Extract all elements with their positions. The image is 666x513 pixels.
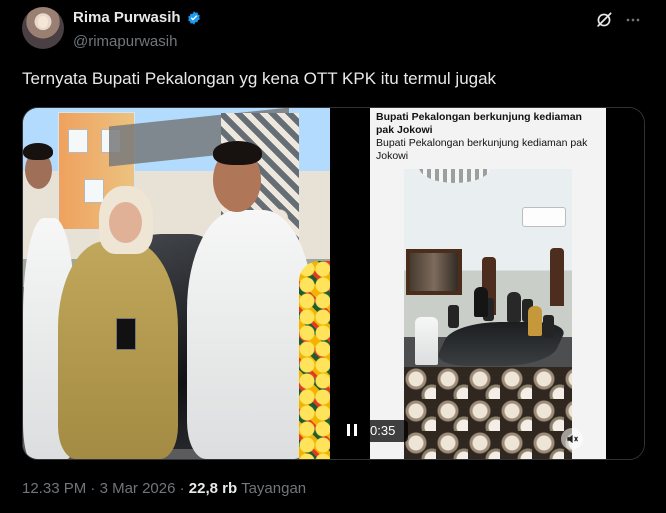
mute-icon[interactable] [561, 428, 583, 450]
tweet-metadata: 12.33 PM · 3 Mar 2026 · 22,8 rb Tayangan [22, 480, 306, 498]
tweet-card: Rima Purwasih @rimapurwasih Ternyata Bup… [0, 0, 666, 513]
author-avatar[interactable] [22, 7, 64, 49]
video-time: 0:35 [366, 420, 408, 442]
batik-person [299, 261, 330, 459]
author-display-name[interactable]: Rima Purwasih [73, 9, 181, 27]
grok-icon[interactable] [592, 8, 616, 32]
chandelier [419, 169, 491, 183]
chair [543, 315, 554, 338]
metadata-separator: · [179, 480, 185, 497]
meeting-room [404, 169, 572, 459]
meeting-person [507, 292, 521, 322]
tweet-time[interactable]: 12.33 PM [22, 480, 86, 497]
video-subtitle: Bupati Pekalongan berkunjung kediaman pa… [376, 137, 588, 162]
pause-icon[interactable] [347, 424, 361, 440]
woman-in-uniform [58, 241, 178, 459]
wall-painting [406, 249, 462, 295]
metadata-separator: · [90, 480, 96, 497]
chair [448, 305, 459, 328]
tweet-media[interactable]: Bupati Pekalongan berkunjung kediaman pa… [22, 107, 645, 460]
id-card [116, 318, 136, 350]
man-white-shirt [187, 210, 313, 459]
tweet-date[interactable]: 3 Mar 2026 [100, 480, 176, 497]
person-left-hair [23, 143, 53, 160]
meeting-person [528, 306, 542, 336]
pause-bar [354, 424, 357, 436]
meeting-person [474, 287, 488, 317]
pause-bar [347, 424, 350, 436]
verified-badge-icon [187, 11, 200, 25]
views-label: Tayangan [241, 480, 307, 497]
avatar-photo-highlight [38, 16, 48, 28]
video-news-frame: Bupati Pekalongan berkunjung kediaman pa… [370, 108, 606, 459]
tweet-text: Ternyata Bupati Pekalongan yg kena OTT K… [22, 69, 497, 88]
author-handle[interactable]: @rimapurwasih [73, 33, 177, 51]
author-name-row: Rima Purwasih [73, 9, 202, 27]
woman-face [109, 202, 142, 243]
video-title: Bupati Pekalongan berkunjung kediaman pa… [376, 111, 582, 136]
meeting-person [415, 317, 438, 365]
man-hair [213, 141, 262, 165]
air-conditioner [522, 207, 566, 227]
views-count: 22,8 rb [188, 480, 238, 497]
video-player[interactable]: Bupati Pekalongan berkunjung kediaman pa… [330, 108, 644, 459]
more-icon[interactable] [621, 8, 645, 32]
building-window [68, 129, 88, 153]
left-photo[interactable] [23, 108, 330, 459]
doorway [550, 248, 564, 306]
patterned-floor [404, 367, 572, 459]
building-window [84, 179, 104, 203]
